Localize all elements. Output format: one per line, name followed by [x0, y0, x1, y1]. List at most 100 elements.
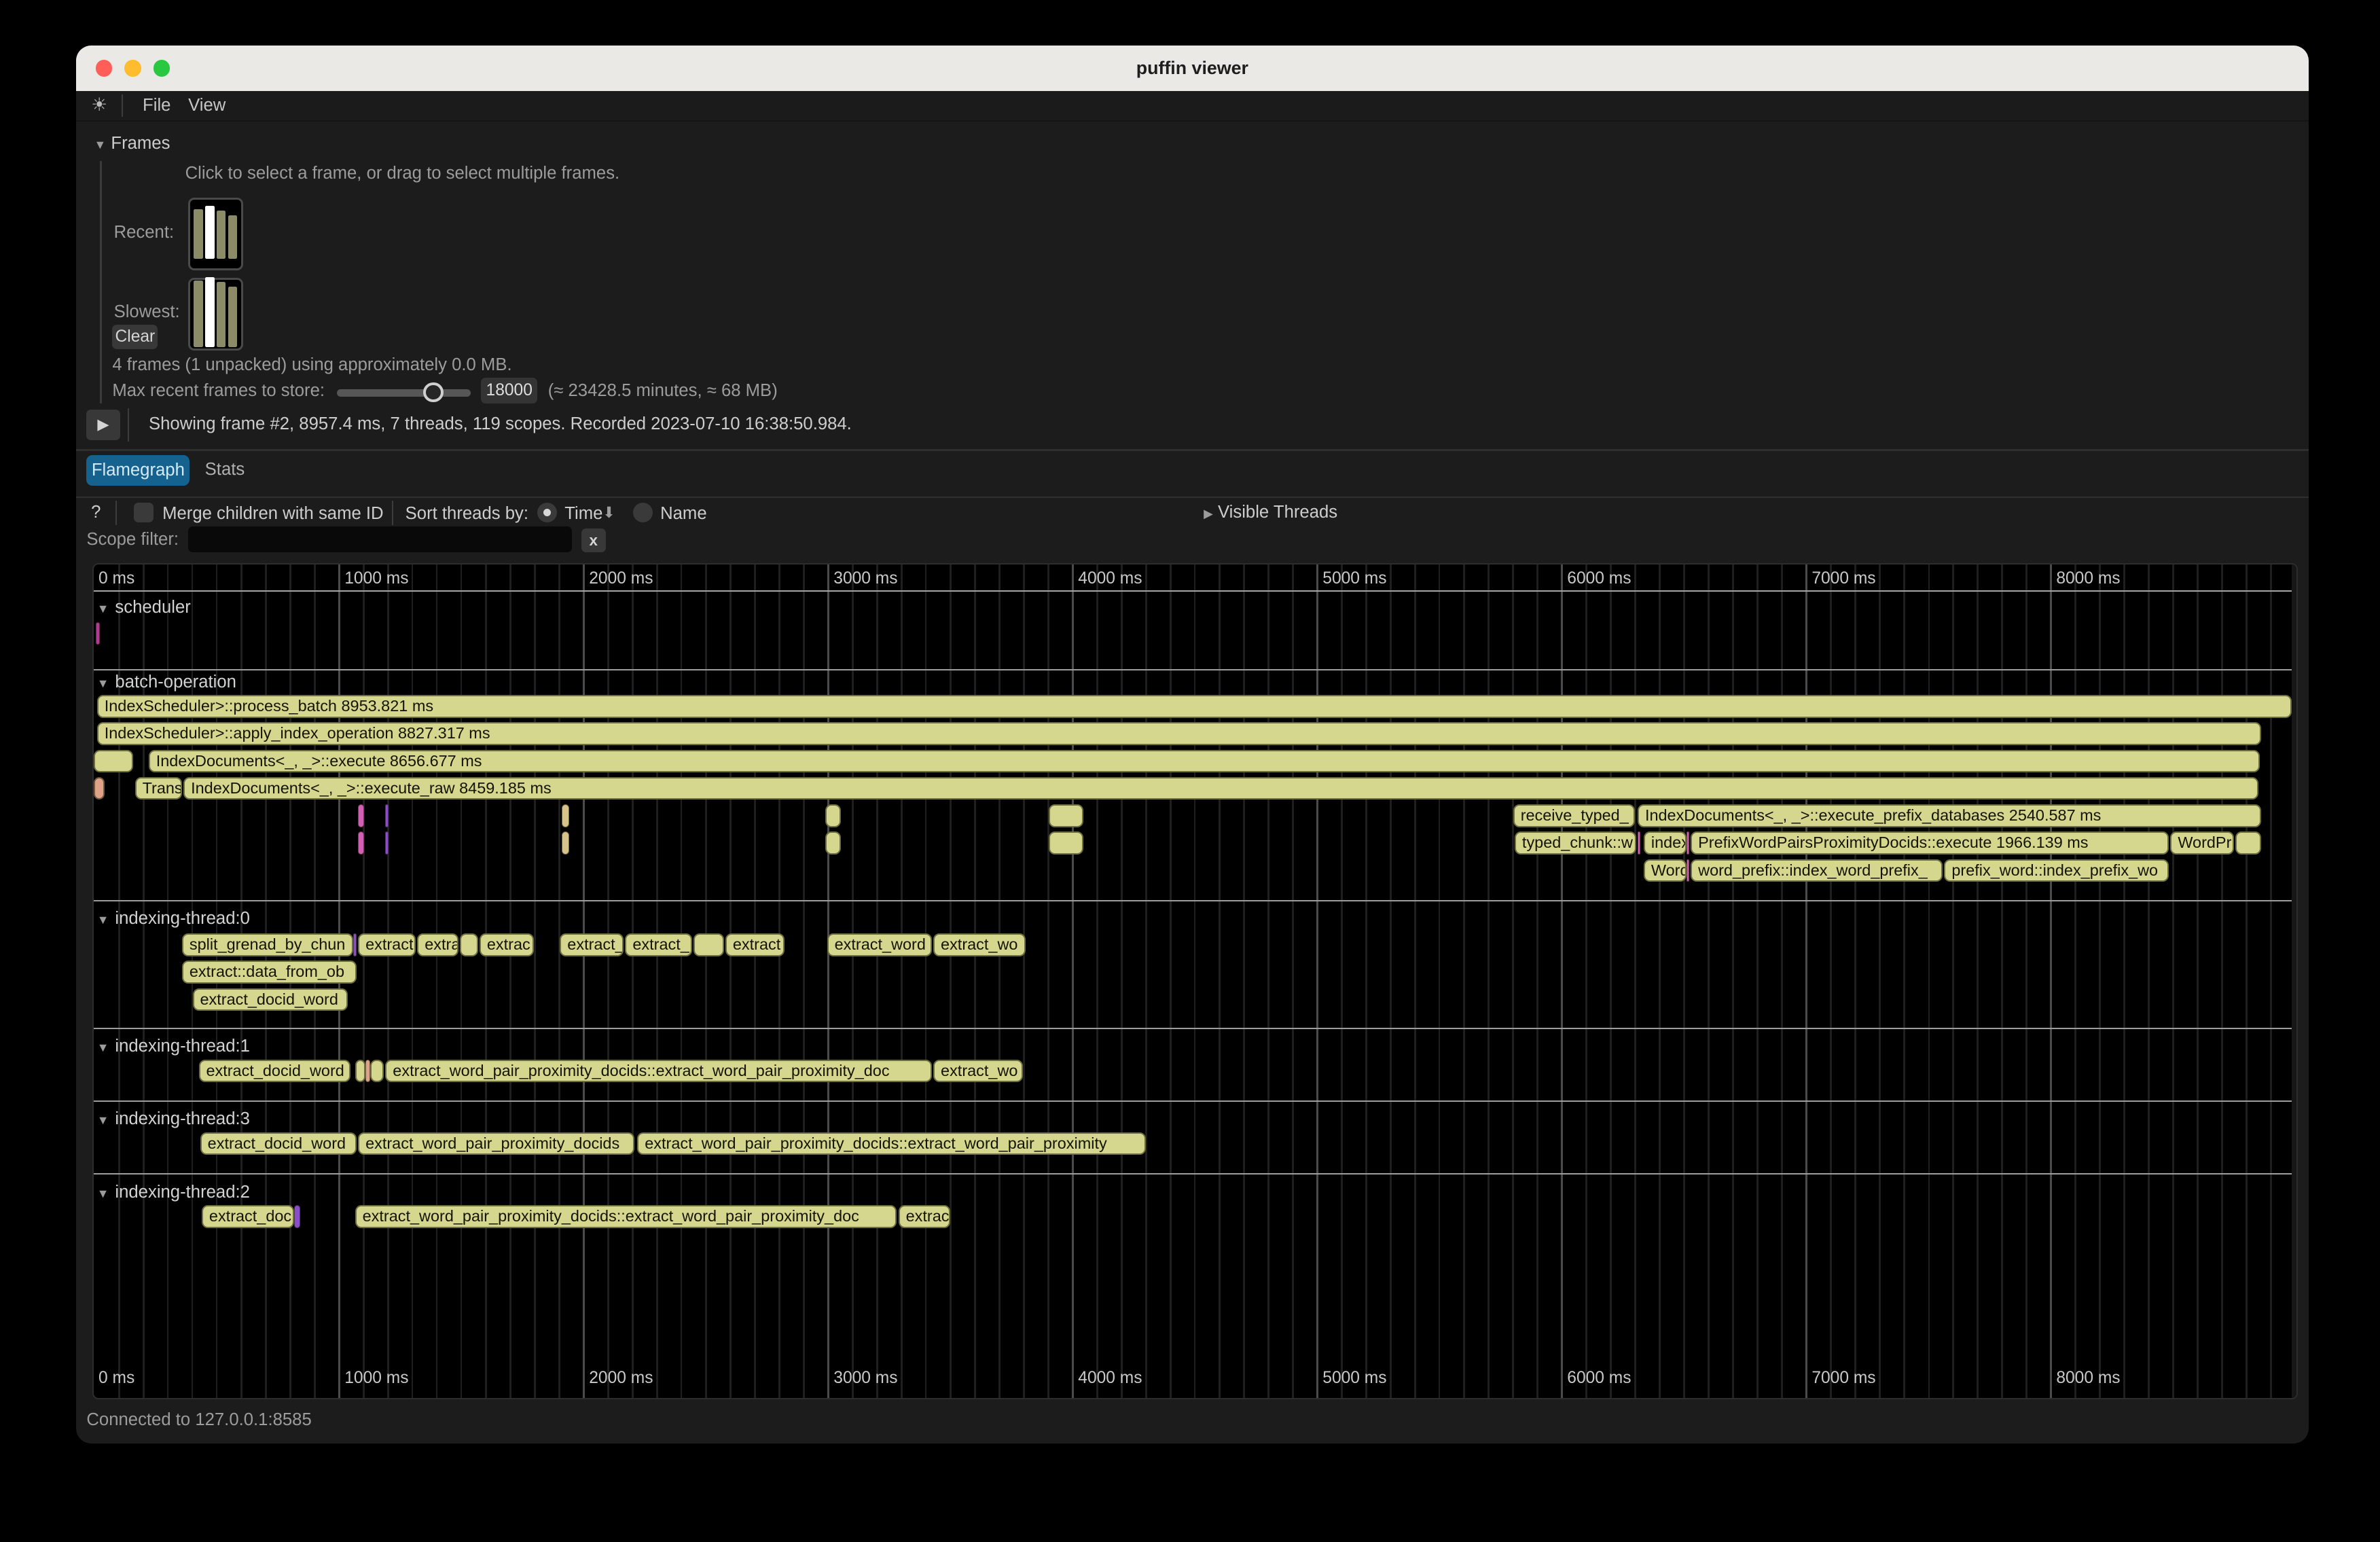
- thread-header-batch-operation[interactable]: ▼batch-operation: [97, 673, 236, 692]
- recent-frames-thumbnail[interactable]: [188, 198, 242, 270]
- thread-header-indexing-thread:1[interactable]: ▼indexing-thread:1: [97, 1037, 250, 1056]
- scope-bar[interactable]: extract_word_pair_proximity_docids::extr…: [355, 1205, 897, 1228]
- scope-bar[interactable]: split_grenad_by_chun: [182, 933, 354, 956]
- sort-name-radio[interactable]: [633, 503, 653, 522]
- scope-bar[interactable]: extra: [417, 933, 458, 956]
- scope-bar[interactable]: IndexDocuments<_, _>::execute_prefix_dat…: [1638, 804, 2261, 827]
- theme-toggle-icon[interactable]: ☀: [91, 94, 107, 115]
- frame-bar[interactable]: [194, 281, 202, 347]
- scope-bar[interactable]: word_prefix::index_word_prefix_: [1691, 859, 1943, 882]
- scope-bar[interactable]: [355, 1060, 366, 1083]
- scope-bar[interactable]: typed_chunk::w: [1515, 831, 1636, 855]
- scope-bar[interactable]: extract_docid_word: [193, 988, 348, 1011]
- frames-section-header[interactable]: ▼ Frames: [94, 134, 170, 154]
- sort-time-radio[interactable]: [537, 503, 557, 522]
- scope-bar[interactable]: [1687, 859, 1689, 882]
- scope-bar[interactable]: extract_docid_word: [200, 1132, 357, 1155]
- scope-bar[interactable]: extract_word_pair_proximity_docids::extr…: [385, 1060, 931, 1083]
- scope-bar[interactable]: receive_typed_: [1513, 804, 1635, 827]
- max-frames-value[interactable]: 18000: [481, 378, 537, 404]
- scope-bar[interactable]: IndexDocuments<_, _>::execute 8656.677 m…: [149, 750, 2260, 773]
- scope-filter-clear-button[interactable]: x: [581, 528, 606, 553]
- scope-bar[interactable]: [294, 1205, 300, 1228]
- scope-bar[interactable]: PrefixWordPairsProximityDocids::execute …: [1691, 831, 2169, 855]
- scope-bar[interactable]: [96, 622, 101, 645]
- scope-bar[interactable]: [1049, 804, 1083, 827]
- scope-bar[interactable]: extrac: [480, 933, 534, 956]
- scope-bar[interactable]: extract_docid_word: [199, 1060, 350, 1083]
- merge-children-checkbox[interactable]: [134, 503, 154, 522]
- scope-bar[interactable]: Word: [1644, 859, 1687, 882]
- frame-bar[interactable]: [217, 282, 226, 347]
- visible-threads-header[interactable]: ▶ Visible Threads: [1204, 503, 1337, 522]
- play-button[interactable]: ▶: [86, 410, 120, 440]
- scope-bar[interactable]: extract: [725, 933, 785, 956]
- title-bar[interactable]: puffin viewer: [76, 46, 2309, 91]
- slider-track[interactable]: [337, 389, 471, 397]
- scope-bar[interactable]: [825, 804, 840, 827]
- scope-bar[interactable]: extrac: [899, 1205, 950, 1228]
- scope-bar[interactable]: [358, 831, 364, 855]
- max-frames-slider[interactable]: [337, 382, 471, 404]
- scope-filter-input[interactable]: [188, 526, 572, 552]
- tab-flamegraph[interactable]: Flamegraph: [86, 455, 190, 486]
- scope-bar[interactable]: WordPr: [2170, 831, 2234, 855]
- scope-bar[interactable]: [825, 831, 840, 855]
- scope-bar[interactable]: index: [1644, 831, 1687, 855]
- help-button[interactable]: ?: [91, 503, 101, 522]
- thread-header-scheduler[interactable]: ▼scheduler: [97, 598, 191, 617]
- scope-bar[interactable]: [1687, 831, 1689, 855]
- frame-bar[interactable]: [228, 215, 237, 259]
- scope-bar[interactable]: [358, 804, 364, 827]
- slider-handle[interactable]: [423, 382, 443, 402]
- scope-bar[interactable]: [1049, 831, 1083, 855]
- scope-bar[interactable]: IndexScheduler>::process_batch 8953.821 …: [97, 695, 2292, 718]
- scope-bar[interactable]: [562, 804, 569, 827]
- frame-bar[interactable]: [228, 287, 237, 347]
- gridline-minor: [1488, 564, 1489, 1398]
- scope-bar[interactable]: [460, 933, 478, 956]
- scope-bar[interactable]: extract::data_from_ob: [182, 961, 357, 984]
- scope-bar[interactable]: extract: [358, 933, 416, 956]
- scope-bar[interactable]: [94, 777, 105, 800]
- frame-bar[interactable]: [205, 277, 214, 347]
- scope-bar[interactable]: [1638, 831, 1640, 855]
- scope-bar[interactable]: [353, 933, 356, 956]
- scope-bar[interactable]: [94, 750, 133, 773]
- menu-file[interactable]: File: [143, 96, 170, 115]
- thread-header-indexing-thread:0[interactable]: ▼indexing-thread:0: [97, 909, 250, 929]
- frame-bar[interactable]: [194, 209, 202, 259]
- scope-bar[interactable]: extract_word_pair_proximity_docids: [358, 1132, 634, 1155]
- scope-bar[interactable]: extract_doc: [202, 1205, 294, 1228]
- scope-bar[interactable]: [2235, 831, 2261, 855]
- slowest-frames-thumbnail[interactable]: [188, 278, 242, 351]
- menu-view[interactable]: View: [188, 96, 226, 115]
- scope-bar[interactable]: extract_: [560, 933, 624, 956]
- scope-bar[interactable]: extract_: [625, 933, 691, 956]
- scope-bar[interactable]: extract_word_pair_proximity_docids::extr…: [637, 1132, 1146, 1155]
- scope-bar[interactable]: [370, 1060, 384, 1083]
- merge-children-label[interactable]: Merge children with same ID: [162, 504, 384, 524]
- thread-header-indexing-thread:3[interactable]: ▼indexing-thread:3: [97, 1109, 250, 1129]
- scope-bar[interactable]: IndexScheduler>::apply_index_operation 8…: [97, 722, 2262, 745]
- flamegraph-panel[interactable]: 0 ms0 ms1000 ms1000 ms2000 ms2000 ms3000…: [92, 563, 2298, 1399]
- scope-bar[interactable]: [365, 1060, 370, 1083]
- scope-bar[interactable]: extract_word: [827, 933, 932, 956]
- frame-bar[interactable]: [217, 211, 226, 259]
- clear-button[interactable]: Clear: [112, 325, 158, 349]
- sort-name-label[interactable]: Name: [660, 504, 707, 524]
- scope-bar[interactable]: extract_wo: [933, 933, 1026, 956]
- thread-header-indexing-thread:2[interactable]: ▼indexing-thread:2: [97, 1183, 250, 1202]
- scope-bar[interactable]: [562, 831, 569, 855]
- scope-bar[interactable]: [385, 831, 388, 855]
- scope-bar[interactable]: [385, 804, 388, 827]
- scope-bar[interactable]: prefix_word::index_prefix_wo: [1944, 859, 2169, 882]
- scope-bar[interactable]: [693, 933, 724, 956]
- scope-bar[interactable]: IndexDocuments<_, _>::execute_raw 8459.1…: [183, 777, 2258, 800]
- frame-bar[interactable]: [205, 206, 214, 259]
- sort-time-label[interactable]: Time: [564, 504, 602, 524]
- scope-bar[interactable]: Trans: [135, 777, 182, 800]
- sort-direction-icon[interactable]: ⬇: [602, 504, 615, 522]
- scope-bar[interactable]: extract_wo: [933, 1060, 1023, 1083]
- tab-stats[interactable]: Stats: [205, 460, 245, 480]
